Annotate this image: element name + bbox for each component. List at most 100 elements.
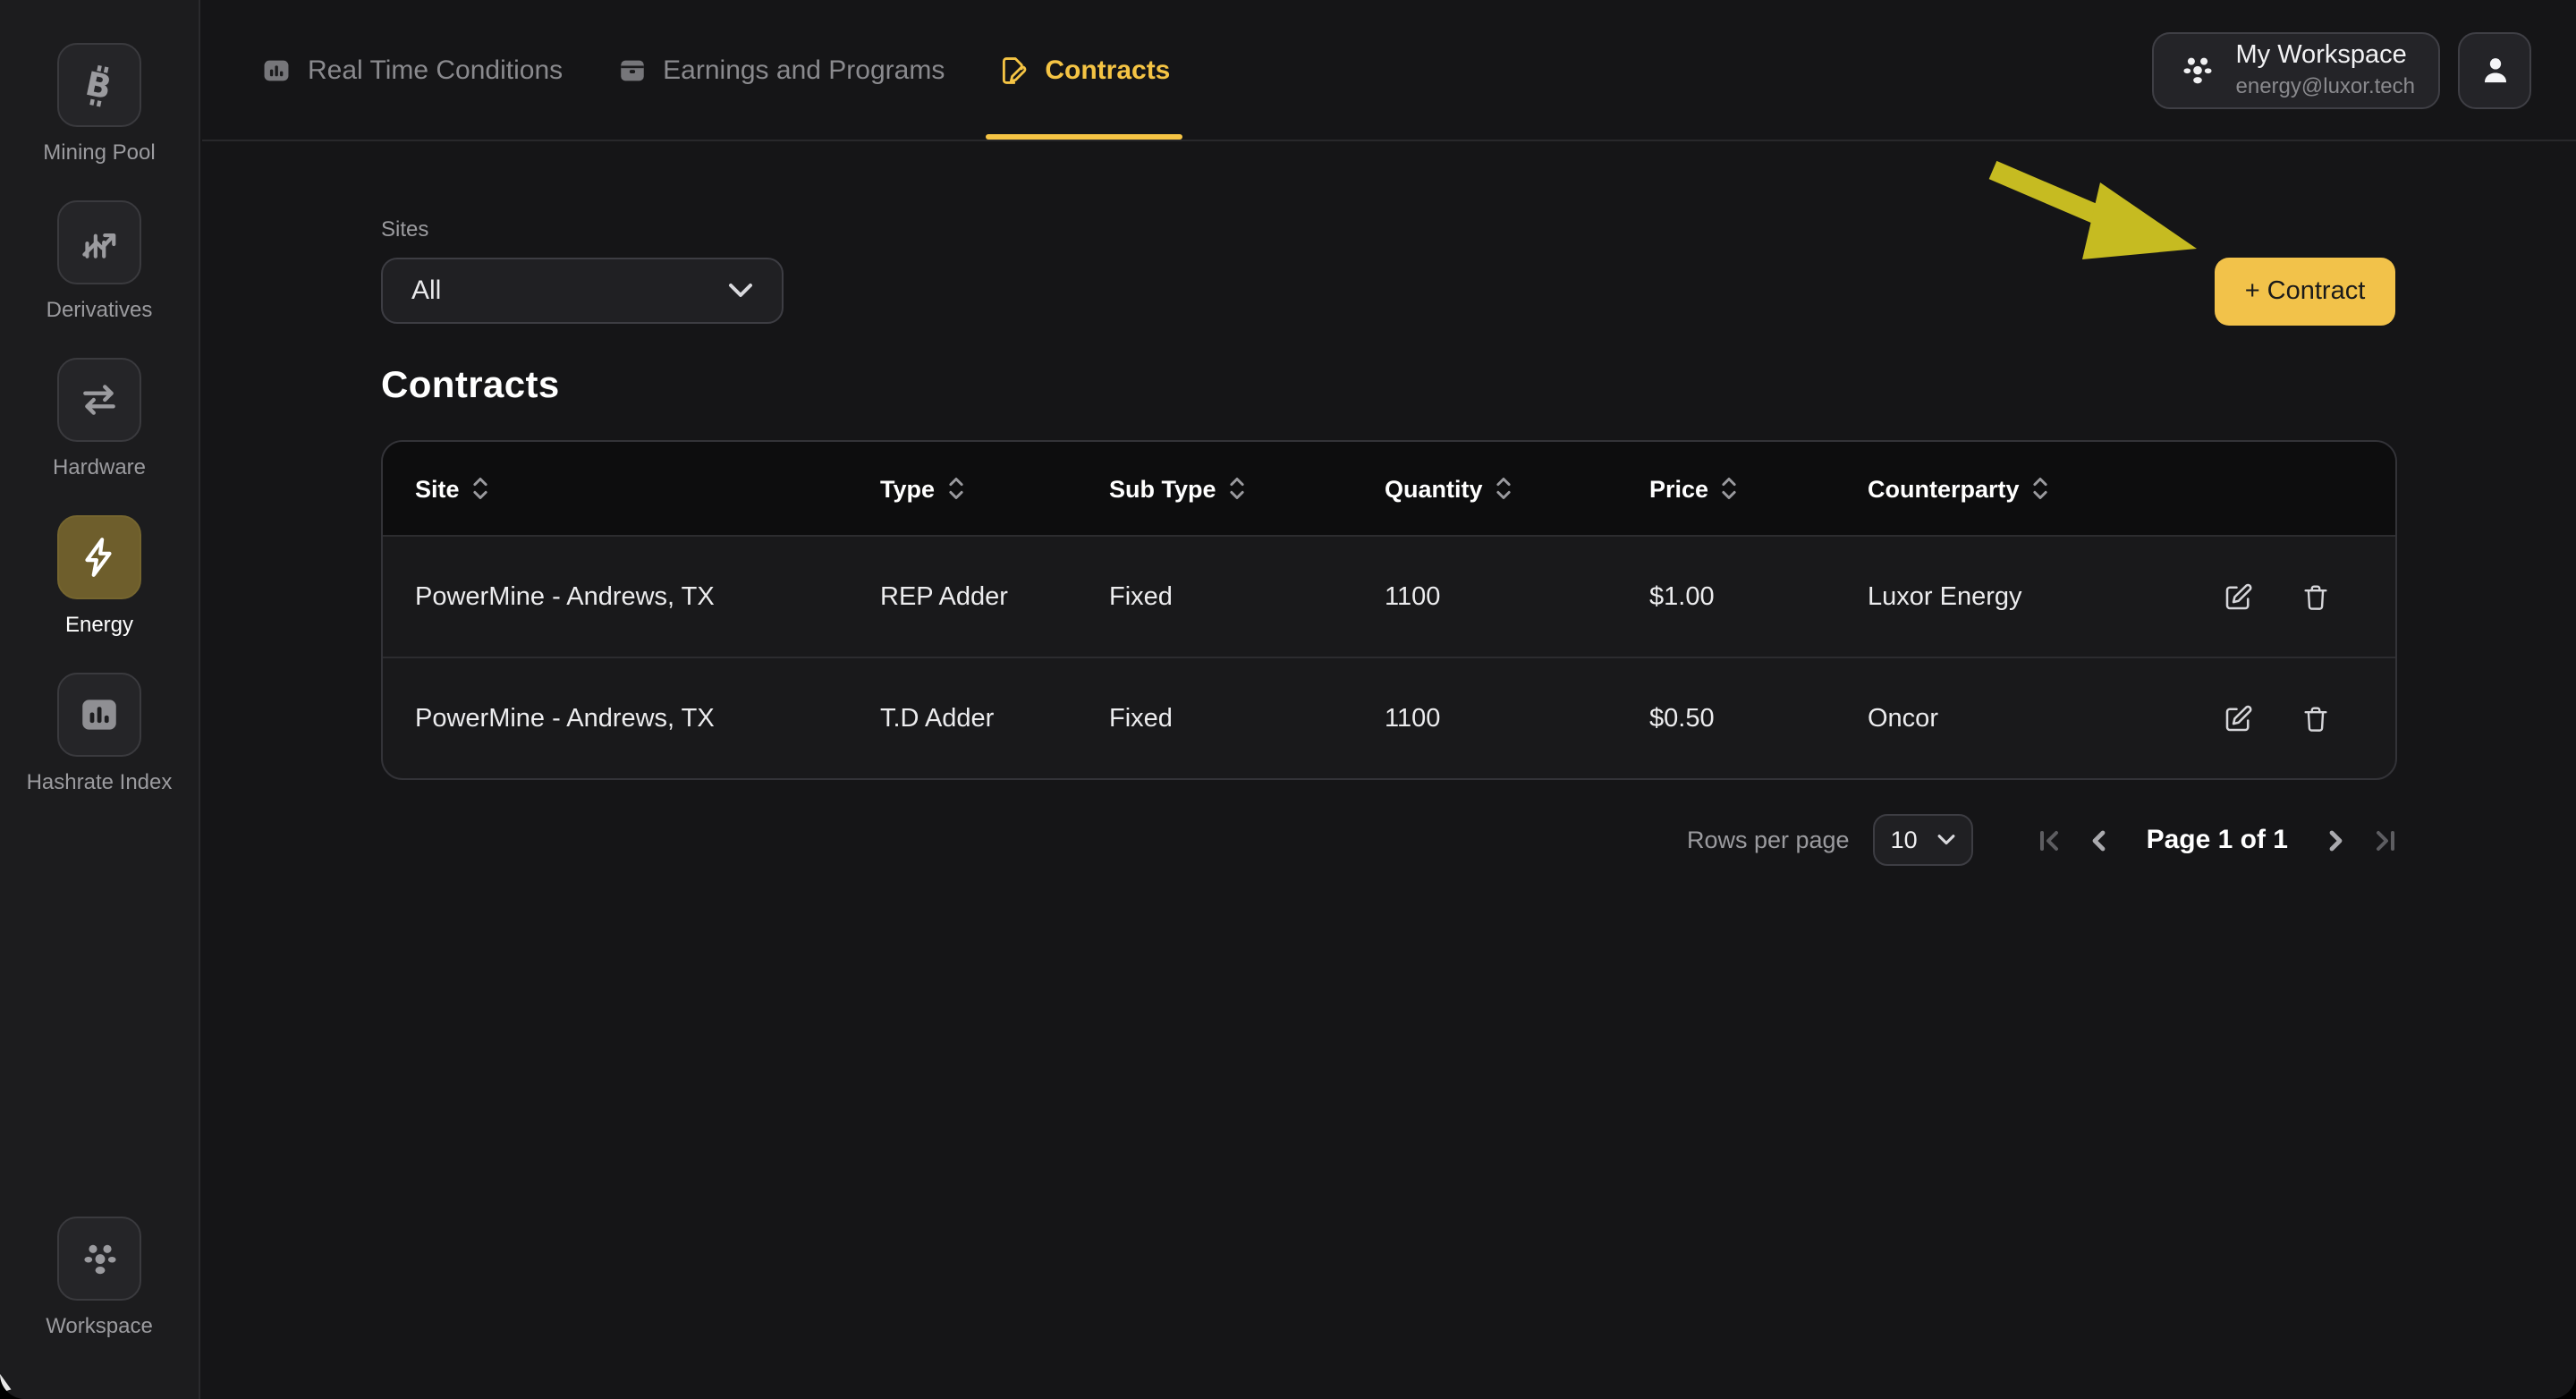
sites-filter-label: Sites — [381, 216, 2397, 242]
sort-icon — [947, 476, 963, 501]
bar-chart-icon — [77, 692, 122, 737]
column-header-sub-type[interactable]: Sub Type — [1109, 475, 1385, 502]
sort-icon — [472, 476, 488, 501]
edit-row-button[interactable] — [2222, 581, 2254, 613]
earnings-wallet-icon — [616, 55, 647, 85]
cell-type: REP Adder — [880, 582, 1109, 611]
sidebar-item-mining-pool[interactable]: B Mining Pool — [43, 43, 155, 165]
tab-label: Contracts — [1045, 55, 1170, 85]
sidebar-item-label: Hardware — [53, 454, 146, 479]
workspace-text: My Workspace energy@luxor.tech — [2236, 40, 2416, 99]
chevron-right-icon — [2326, 827, 2347, 852]
row-actions — [2222, 581, 2397, 613]
cell-quantity: 1100 — [1385, 704, 1649, 733]
swap-arrows-icon — [77, 377, 122, 422]
row-actions — [2222, 702, 2397, 734]
hardware-button[interactable] — [57, 358, 141, 442]
cell-type: T.D Adder — [880, 704, 1109, 733]
column-header-quantity[interactable]: Quantity — [1385, 475, 1649, 502]
edit-icon — [2222, 581, 2254, 613]
column-header-site[interactable]: Site — [415, 475, 880, 502]
sort-icon — [1496, 476, 1512, 501]
cell-site: PowerMine - Andrews, TX — [415, 704, 880, 733]
pagination: Rows per page 10 — [381, 814, 2397, 866]
workspace-dots-icon — [76, 1235, 123, 1282]
sidebar-item-label: Energy — [65, 612, 133, 637]
cell-counterparty: Oncor — [1868, 704, 2222, 733]
cell-price: $0.50 — [1649, 704, 1868, 733]
mining-pool-button[interactable]: B — [57, 43, 141, 127]
sidebar-item-energy[interactable]: Energy — [57, 515, 141, 637]
topbar-right: My Workspace energy@luxor.tech — [2152, 31, 2532, 108]
table-row: PowerMine - Andrews, TX T.D Adder Fixed … — [383, 657, 2395, 778]
workspace-dots-icon — [2177, 49, 2218, 90]
cell-price: $1.00 — [1649, 582, 1868, 611]
tab-real-time-conditions[interactable]: Real Time Conditions — [261, 0, 563, 140]
workspace-email: energy@luxor.tech — [2236, 72, 2416, 99]
sort-icon — [1721, 476, 1737, 501]
content: Sites All Contracts Site Type — [202, 216, 2576, 866]
tab-earnings-and-programs[interactable]: Earnings and Programs — [616, 0, 945, 140]
lightning-icon — [77, 535, 122, 580]
sidebar-item-label: Workspace — [46, 1313, 153, 1338]
column-header-type[interactable]: Type — [880, 475, 1109, 502]
cell-sub-type: Fixed — [1109, 704, 1385, 733]
column-header-price[interactable]: Price — [1649, 475, 1868, 502]
my-workspace-button[interactable]: My Workspace energy@luxor.tech — [2152, 31, 2441, 108]
sort-icon — [1229, 476, 1245, 501]
cell-site: PowerMine - Andrews, TX — [415, 582, 880, 611]
page-title: Contracts — [381, 365, 2397, 408]
trash-icon — [2301, 702, 2331, 734]
sidebar-item-label: Derivatives — [47, 297, 153, 322]
workspace-button[interactable] — [57, 1217, 141, 1301]
chevron-down-icon — [728, 283, 753, 299]
energy-button[interactable] — [57, 515, 141, 599]
page-status: Page 1 of 1 — [2147, 825, 2288, 855]
sidebar-item-label: Hashrate Index — [27, 769, 173, 794]
cell-sub-type: Fixed — [1109, 582, 1385, 611]
topbar: Real Time Conditions Earnings and Progra… — [202, 0, 2576, 141]
cell-counterparty: Luxor Energy — [1868, 582, 2222, 611]
cell-quantity: 1100 — [1385, 582, 1649, 611]
tab-label: Real Time Conditions — [308, 55, 563, 85]
sidebar-item-hardware[interactable]: Hardware — [53, 358, 146, 479]
previous-page-button[interactable] — [2088, 827, 2109, 852]
edit-row-button[interactable] — [2222, 702, 2254, 734]
last-page-icon — [2374, 827, 2397, 852]
svg-text:B: B — [83, 64, 115, 106]
last-page-button[interactable] — [2374, 827, 2397, 852]
account-button[interactable] — [2458, 31, 2531, 108]
derivatives-button[interactable] — [57, 200, 141, 284]
delete-row-button[interactable] — [2301, 702, 2331, 734]
pager: Page 1 of 1 — [2038, 825, 2397, 855]
realtime-chart-icon — [261, 55, 292, 85]
sites-select[interactable]: All — [381, 258, 784, 324]
app-window: B Mining Pool Derivatives — [0, 0, 2576, 1399]
sidebar-item-hashrate-index[interactable]: Hashrate Index — [27, 673, 173, 794]
contract-edit-icon — [998, 55, 1029, 85]
tab-bar: Real Time Conditions Earnings and Progra… — [261, 0, 1170, 140]
sidebar-item-derivatives[interactable]: Derivatives — [47, 200, 153, 322]
hashrate-index-button[interactable] — [57, 673, 141, 757]
contracts-table: Site Type Sub Type Quantity — [381, 440, 2397, 780]
main-area: Real Time Conditions Earnings and Progra… — [202, 0, 2576, 1399]
edit-icon — [2222, 702, 2254, 734]
trash-icon — [2301, 581, 2331, 613]
first-page-button[interactable] — [2038, 827, 2061, 852]
column-header-counterparty[interactable]: Counterparty — [1868, 475, 2222, 502]
rows-per-page-select[interactable]: 10 — [1873, 814, 1973, 866]
workspace-title: My Workspace — [2236, 40, 2416, 72]
sidebar-item-workspace[interactable]: Workspace — [46, 1217, 153, 1338]
rows-per-page-label: Rows per page — [1687, 827, 1850, 853]
next-page-button[interactable] — [2326, 827, 2347, 852]
first-page-icon — [2038, 827, 2061, 852]
chevron-left-icon — [2088, 827, 2109, 852]
rows-per-page-value: 10 — [1891, 827, 1918, 853]
table-row: PowerMine - Andrews, TX REP Adder Fixed … — [383, 535, 2395, 657]
bitcoin-icon: B — [76, 62, 123, 108]
sort-icon — [2032, 476, 2048, 501]
table-header-row: Site Type Sub Type Quantity — [383, 442, 2395, 535]
sites-select-value: All — [411, 276, 441, 306]
tab-contracts[interactable]: Contracts — [998, 0, 1170, 140]
delete-row-button[interactable] — [2301, 581, 2331, 613]
